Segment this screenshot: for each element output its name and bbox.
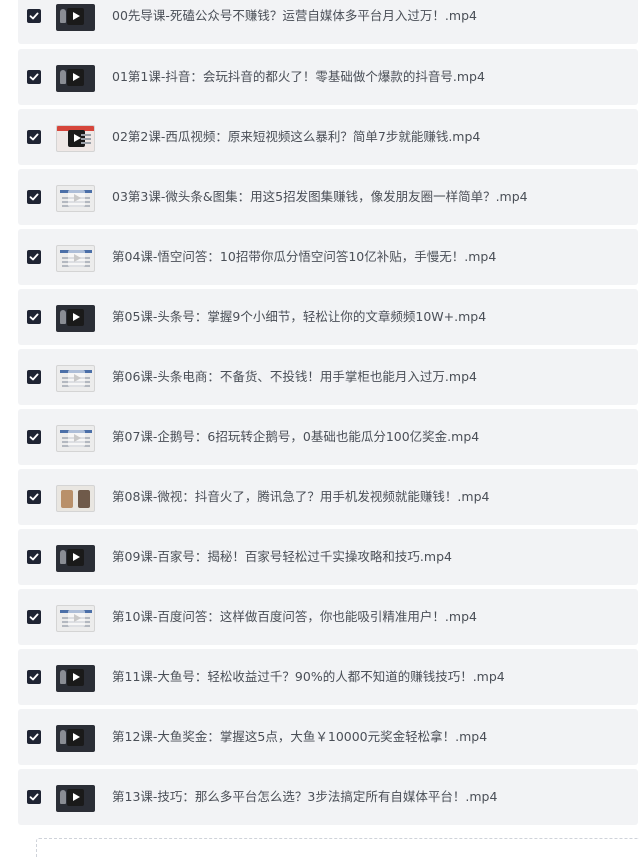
file-row[interactable]: 第04课-悟空问答：10招带你瓜分悟空问答10亿补贴，手慢无！.mp4 xyxy=(18,229,638,285)
file-row[interactable]: 第09课-百家号：揭秘！百家号轻松过千实操攻略和技巧.mp4 xyxy=(18,529,638,585)
play-icon xyxy=(67,69,84,86)
play-icon xyxy=(67,549,84,566)
play-icon xyxy=(67,729,84,746)
file-name: 02第2课-西瓜视频：原来短视频这么暴利？简单7步就能赚钱.mp4 xyxy=(112,129,481,144)
file-row[interactable]: 01第1课-抖音：会玩抖音的都火了！零基础做个爆款的抖音号.mp4 xyxy=(18,49,638,105)
file-name: 第06课-头条电商：不备货、不投钱！用手掌柜也能月入过万.mp4 xyxy=(112,369,477,384)
file-row[interactable]: 第08课-微视：抖音火了，腾讯急了？用手机发视频就能赚钱！.mp4 xyxy=(18,469,638,525)
video-thumbnail-icon xyxy=(56,245,95,272)
play-icon xyxy=(68,370,85,387)
checkbox-checked-icon[interactable] xyxy=(27,670,41,684)
checkbox-checked-icon[interactable] xyxy=(27,490,41,504)
file-row[interactable]: 第07课-企鹅号：6招玩转企鹅号，0基础也能瓜分100亿奖金.mp4 xyxy=(18,409,638,465)
file-name: 第11课-大鱼号：轻松收益过千？90%的人都不知道的赚钱技巧！.mp4 xyxy=(112,669,505,684)
file-name: 第12课-大鱼奖金：掌握这5点，大鱼￥10000元奖金轻松拿！.mp4 xyxy=(112,729,488,744)
file-name: 第04课-悟空问答：10招带你瓜分悟空问答10亿补贴，手慢无！.mp4 xyxy=(112,249,497,264)
checkbox-checked-icon[interactable] xyxy=(27,790,41,804)
video-thumbnail-icon xyxy=(56,665,95,692)
video-thumbnail-icon xyxy=(56,185,95,212)
checkbox-checked-icon[interactable] xyxy=(27,70,41,84)
play-icon xyxy=(67,309,84,326)
checkbox-checked-icon[interactable] xyxy=(27,190,41,204)
file-name: 第09课-百家号：揭秘！百家号轻松过千实操攻略和技巧.mp4 xyxy=(112,549,452,564)
file-name: 第05课-头条号：掌握9个小细节，轻松让你的文章频频10W+.mp4 xyxy=(112,309,487,324)
file-name: 第13课-技巧：那么多平台怎么选？3步法搞定所有自媒体平台！.mp4 xyxy=(112,789,498,804)
checkbox-checked-icon[interactable] xyxy=(27,310,41,324)
play-icon xyxy=(67,669,84,686)
checkbox-checked-icon[interactable] xyxy=(27,9,41,23)
file-name: 01第1课-抖音：会玩抖音的都火了！零基础做个爆款的抖音号.mp4 xyxy=(112,69,485,84)
file-row[interactable]: 02第2课-西瓜视频：原来短视频这么暴利？简单7步就能赚钱.mp4 xyxy=(18,109,638,165)
file-row[interactable]: 第10课-百度问答：这样做百度问答，你也能吸引精准用户！.mp4 xyxy=(18,589,638,645)
play-icon xyxy=(67,789,84,806)
play-icon xyxy=(67,8,84,25)
file-row[interactable]: 03第3课-微头条&图集：用这5招发图集赚钱，像发朋友圈一样简单？.mp4 xyxy=(18,169,638,225)
video-thumbnail-icon xyxy=(56,785,95,812)
video-thumbnail-icon xyxy=(56,305,95,332)
file-row[interactable]: 第12课-大鱼奖金：掌握这5点，大鱼￥10000元奖金轻松拿！.mp4 xyxy=(18,709,638,765)
file-name: 00先导课-死磕公众号不赚钱？运营自媒体多平台月入过万！.mp4 xyxy=(112,8,477,23)
file-name: 03第3课-微头条&图集：用这5招发图集赚钱，像发朋友圈一样简单？.mp4 xyxy=(112,189,528,204)
play-icon xyxy=(68,130,85,147)
video-thumbnail-icon xyxy=(56,65,95,92)
video-thumbnail-icon xyxy=(56,4,95,31)
checkbox-checked-icon[interactable] xyxy=(27,250,41,264)
checkbox-checked-icon[interactable] xyxy=(27,730,41,744)
play-icon xyxy=(68,190,85,207)
video-thumbnail-icon xyxy=(56,365,95,392)
file-row[interactable]: 第05课-头条号：掌握9个小细节，轻松让你的文章频频10W+.mp4 xyxy=(18,289,638,345)
checkbox-checked-icon[interactable] xyxy=(27,550,41,564)
play-icon xyxy=(68,250,85,267)
checkbox-checked-icon[interactable] xyxy=(27,430,41,444)
video-thumbnail-icon xyxy=(56,605,95,632)
play-icon xyxy=(68,430,85,447)
file-name: 第10课-百度问答：这样做百度问答，你也能吸引精准用户！.mp4 xyxy=(112,609,477,624)
play-icon xyxy=(68,610,85,627)
file-row[interactable]: 00先导课-死磕公众号不赚钱？运营自媒体多平台月入过万！.mp4 xyxy=(18,0,638,44)
more-items-placeholder xyxy=(36,838,639,858)
checkbox-checked-icon[interactable] xyxy=(27,130,41,144)
video-thumbnail-icon xyxy=(56,425,95,452)
file-row[interactable]: 第11课-大鱼号：轻松收益过千？90%的人都不知道的赚钱技巧！.mp4 xyxy=(18,649,638,705)
video-thumbnail-icon xyxy=(56,725,95,752)
file-row[interactable]: 第13课-技巧：那么多平台怎么选？3步法搞定所有自媒体平台！.mp4 xyxy=(18,769,638,825)
file-name: 第08课-微视：抖音火了，腾讯急了？用手机发视频就能赚钱！.mp4 xyxy=(112,489,490,504)
checkbox-checked-icon[interactable] xyxy=(27,370,41,384)
video-thumbnail-icon xyxy=(56,125,95,152)
file-row[interactable]: 第06课-头条电商：不备货、不投钱！用手掌柜也能月入过万.mp4 xyxy=(18,349,638,405)
file-name: 第07课-企鹅号：6招玩转企鹅号，0基础也能瓜分100亿奖金.mp4 xyxy=(112,429,480,444)
video-thumbnail-icon xyxy=(56,485,95,512)
checkbox-checked-icon[interactable] xyxy=(27,610,41,624)
video-thumbnail-icon xyxy=(56,545,95,572)
